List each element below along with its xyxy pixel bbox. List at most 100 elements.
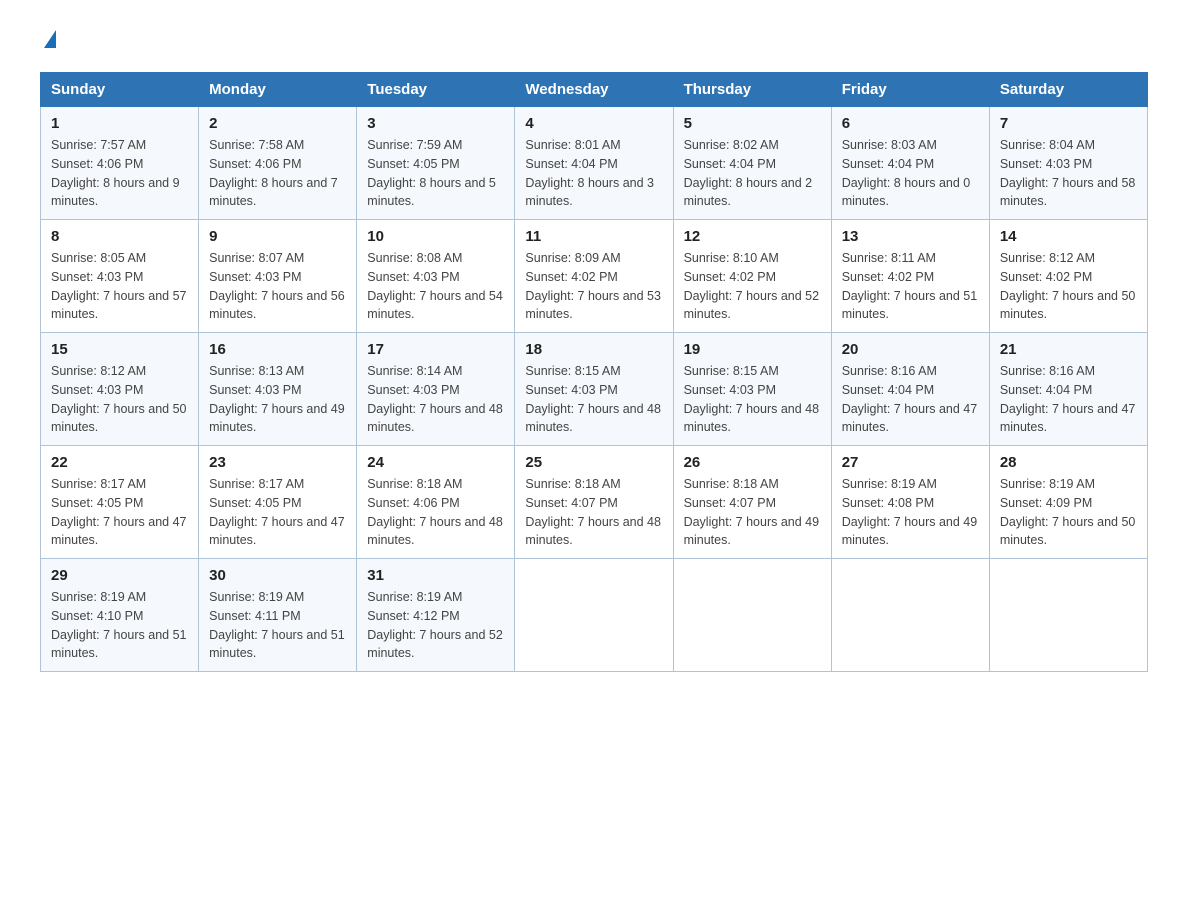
day-number: 25 bbox=[525, 454, 662, 471]
day-number: 15 bbox=[51, 341, 188, 358]
day-info: Sunrise: 7:59 AMSunset: 4:05 PMDaylight:… bbox=[367, 138, 496, 208]
day-info: Sunrise: 8:18 AMSunset: 4:07 PMDaylight:… bbox=[684, 477, 820, 547]
logo bbox=[40, 30, 56, 52]
day-number: 10 bbox=[367, 228, 504, 245]
day-number: 1 bbox=[51, 115, 188, 132]
calendar-cell: 20 Sunrise: 8:16 AMSunset: 4:04 PMDaylig… bbox=[831, 333, 989, 446]
calendar-cell bbox=[515, 559, 673, 672]
day-info: Sunrise: 7:58 AMSunset: 4:06 PMDaylight:… bbox=[209, 138, 338, 208]
page-header bbox=[40, 30, 1148, 52]
day-info: Sunrise: 8:12 AMSunset: 4:02 PMDaylight:… bbox=[1000, 251, 1136, 321]
calendar-cell: 27 Sunrise: 8:19 AMSunset: 4:08 PMDaylig… bbox=[831, 446, 989, 559]
calendar-cell: 14 Sunrise: 8:12 AMSunset: 4:02 PMDaylig… bbox=[989, 220, 1147, 333]
day-info: Sunrise: 8:07 AMSunset: 4:03 PMDaylight:… bbox=[209, 251, 345, 321]
day-number: 23 bbox=[209, 454, 346, 471]
day-number: 18 bbox=[525, 341, 662, 358]
day-info: Sunrise: 8:09 AMSunset: 4:02 PMDaylight:… bbox=[525, 251, 661, 321]
weekday-header-monday: Monday bbox=[199, 73, 357, 107]
day-number: 6 bbox=[842, 115, 979, 132]
day-info: Sunrise: 8:19 AMSunset: 4:09 PMDaylight:… bbox=[1000, 477, 1136, 547]
day-info: Sunrise: 8:02 AMSunset: 4:04 PMDaylight:… bbox=[684, 138, 813, 208]
day-info: Sunrise: 8:04 AMSunset: 4:03 PMDaylight:… bbox=[1000, 138, 1136, 208]
day-number: 13 bbox=[842, 228, 979, 245]
day-info: Sunrise: 8:08 AMSunset: 4:03 PMDaylight:… bbox=[367, 251, 503, 321]
calendar-cell: 7 Sunrise: 8:04 AMSunset: 4:03 PMDayligh… bbox=[989, 107, 1147, 220]
calendar-cell bbox=[831, 559, 989, 672]
weekday-header-thursday: Thursday bbox=[673, 73, 831, 107]
day-info: Sunrise: 8:18 AMSunset: 4:07 PMDaylight:… bbox=[525, 477, 661, 547]
calendar-cell: 28 Sunrise: 8:19 AMSunset: 4:09 PMDaylig… bbox=[989, 446, 1147, 559]
day-number: 29 bbox=[51, 567, 188, 584]
day-number: 11 bbox=[525, 228, 662, 245]
day-number: 19 bbox=[684, 341, 821, 358]
day-info: Sunrise: 8:11 AMSunset: 4:02 PMDaylight:… bbox=[842, 251, 978, 321]
calendar-cell: 18 Sunrise: 8:15 AMSunset: 4:03 PMDaylig… bbox=[515, 333, 673, 446]
day-number: 22 bbox=[51, 454, 188, 471]
calendar-cell: 17 Sunrise: 8:14 AMSunset: 4:03 PMDaylig… bbox=[357, 333, 515, 446]
day-info: Sunrise: 8:15 AMSunset: 4:03 PMDaylight:… bbox=[684, 364, 820, 434]
day-number: 4 bbox=[525, 115, 662, 132]
day-info: Sunrise: 8:19 AMSunset: 4:10 PMDaylight:… bbox=[51, 590, 187, 660]
calendar-week-row: 1 Sunrise: 7:57 AMSunset: 4:06 PMDayligh… bbox=[41, 107, 1148, 220]
day-info: Sunrise: 8:19 AMSunset: 4:12 PMDaylight:… bbox=[367, 590, 503, 660]
day-info: Sunrise: 8:19 AMSunset: 4:11 PMDaylight:… bbox=[209, 590, 345, 660]
calendar-table: SundayMondayTuesdayWednesdayThursdayFrid… bbox=[40, 72, 1148, 672]
calendar-cell bbox=[989, 559, 1147, 672]
calendar-cell: 8 Sunrise: 8:05 AMSunset: 4:03 PMDayligh… bbox=[41, 220, 199, 333]
calendar-cell: 10 Sunrise: 8:08 AMSunset: 4:03 PMDaylig… bbox=[357, 220, 515, 333]
day-info: Sunrise: 8:16 AMSunset: 4:04 PMDaylight:… bbox=[842, 364, 978, 434]
weekday-header-wednesday: Wednesday bbox=[515, 73, 673, 107]
day-info: Sunrise: 8:17 AMSunset: 4:05 PMDaylight:… bbox=[51, 477, 187, 547]
day-number: 17 bbox=[367, 341, 504, 358]
day-number: 12 bbox=[684, 228, 821, 245]
calendar-cell: 31 Sunrise: 8:19 AMSunset: 4:12 PMDaylig… bbox=[357, 559, 515, 672]
calendar-cell: 24 Sunrise: 8:18 AMSunset: 4:06 PMDaylig… bbox=[357, 446, 515, 559]
day-info: Sunrise: 8:19 AMSunset: 4:08 PMDaylight:… bbox=[842, 477, 978, 547]
day-info: Sunrise: 8:13 AMSunset: 4:03 PMDaylight:… bbox=[209, 364, 345, 434]
calendar-cell: 13 Sunrise: 8:11 AMSunset: 4:02 PMDaylig… bbox=[831, 220, 989, 333]
day-number: 30 bbox=[209, 567, 346, 584]
day-number: 20 bbox=[842, 341, 979, 358]
day-number: 21 bbox=[1000, 341, 1137, 358]
calendar-week-row: 15 Sunrise: 8:12 AMSunset: 4:03 PMDaylig… bbox=[41, 333, 1148, 446]
day-number: 2 bbox=[209, 115, 346, 132]
weekday-header-tuesday: Tuesday bbox=[357, 73, 515, 107]
weekday-header-sunday: Sunday bbox=[41, 73, 199, 107]
calendar-week-row: 8 Sunrise: 8:05 AMSunset: 4:03 PMDayligh… bbox=[41, 220, 1148, 333]
calendar-cell: 9 Sunrise: 8:07 AMSunset: 4:03 PMDayligh… bbox=[199, 220, 357, 333]
day-number: 28 bbox=[1000, 454, 1137, 471]
day-info: Sunrise: 8:14 AMSunset: 4:03 PMDaylight:… bbox=[367, 364, 503, 434]
day-info: Sunrise: 8:10 AMSunset: 4:02 PMDaylight:… bbox=[684, 251, 820, 321]
weekday-header-friday: Friday bbox=[831, 73, 989, 107]
calendar-cell: 25 Sunrise: 8:18 AMSunset: 4:07 PMDaylig… bbox=[515, 446, 673, 559]
day-number: 16 bbox=[209, 341, 346, 358]
day-number: 27 bbox=[842, 454, 979, 471]
day-number: 26 bbox=[684, 454, 821, 471]
day-info: Sunrise: 8:12 AMSunset: 4:03 PMDaylight:… bbox=[51, 364, 187, 434]
day-info: Sunrise: 8:17 AMSunset: 4:05 PMDaylight:… bbox=[209, 477, 345, 547]
day-number: 24 bbox=[367, 454, 504, 471]
calendar-cell: 6 Sunrise: 8:03 AMSunset: 4:04 PMDayligh… bbox=[831, 107, 989, 220]
calendar-cell bbox=[673, 559, 831, 672]
calendar-cell: 21 Sunrise: 8:16 AMSunset: 4:04 PMDaylig… bbox=[989, 333, 1147, 446]
calendar-cell: 2 Sunrise: 7:58 AMSunset: 4:06 PMDayligh… bbox=[199, 107, 357, 220]
day-number: 8 bbox=[51, 228, 188, 245]
day-number: 7 bbox=[1000, 115, 1137, 132]
day-info: Sunrise: 8:01 AMSunset: 4:04 PMDaylight:… bbox=[525, 138, 654, 208]
calendar-cell: 23 Sunrise: 8:17 AMSunset: 4:05 PMDaylig… bbox=[199, 446, 357, 559]
calendar-cell: 1 Sunrise: 7:57 AMSunset: 4:06 PMDayligh… bbox=[41, 107, 199, 220]
calendar-cell: 3 Sunrise: 7:59 AMSunset: 4:05 PMDayligh… bbox=[357, 107, 515, 220]
day-number: 5 bbox=[684, 115, 821, 132]
calendar-cell: 15 Sunrise: 8:12 AMSunset: 4:03 PMDaylig… bbox=[41, 333, 199, 446]
day-info: Sunrise: 8:18 AMSunset: 4:06 PMDaylight:… bbox=[367, 477, 503, 547]
day-info: Sunrise: 8:15 AMSunset: 4:03 PMDaylight:… bbox=[525, 364, 661, 434]
logo-triangle-icon bbox=[44, 30, 56, 48]
calendar-cell: 26 Sunrise: 8:18 AMSunset: 4:07 PMDaylig… bbox=[673, 446, 831, 559]
day-number: 31 bbox=[367, 567, 504, 584]
calendar-week-row: 22 Sunrise: 8:17 AMSunset: 4:05 PMDaylig… bbox=[41, 446, 1148, 559]
calendar-week-row: 29 Sunrise: 8:19 AMSunset: 4:10 PMDaylig… bbox=[41, 559, 1148, 672]
day-info: Sunrise: 7:57 AMSunset: 4:06 PMDaylight:… bbox=[51, 138, 180, 208]
calendar-cell: 12 Sunrise: 8:10 AMSunset: 4:02 PMDaylig… bbox=[673, 220, 831, 333]
calendar-cell: 16 Sunrise: 8:13 AMSunset: 4:03 PMDaylig… bbox=[199, 333, 357, 446]
calendar-cell: 19 Sunrise: 8:15 AMSunset: 4:03 PMDaylig… bbox=[673, 333, 831, 446]
